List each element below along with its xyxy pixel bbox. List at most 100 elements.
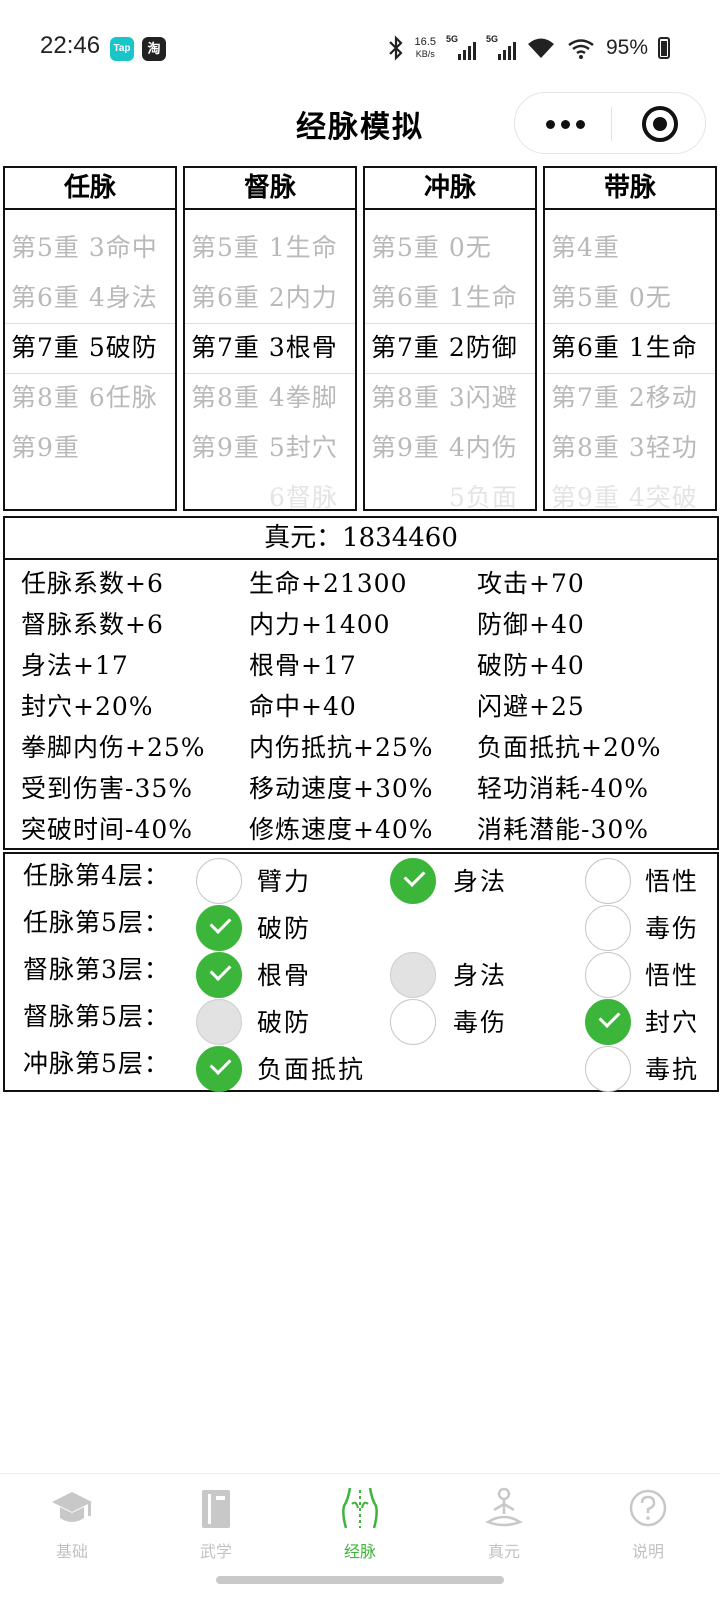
stat-value: 闪避+25 [477, 692, 585, 721]
picker-option[interactable]: 第4重 0无 [185, 210, 355, 223]
battery-icon [658, 37, 670, 59]
meridian-options-panel: 任脉第4层： 臂力 身法 悟性 任脉第5层： 破防 毒伤 督脉第3层： 根骨 身… [3, 852, 719, 1092]
picker-renmai[interactable]: 任脉 第4重 2攻击 第5重 3命中 第6重 4身法 第7重 5破防 第8重 6… [3, 166, 177, 511]
picker-option[interactable]: 第6重 1生命 [365, 273, 535, 323]
dot-icon [575, 119, 585, 129]
picker-indicator-line [365, 373, 535, 374]
option-row-label: 任脉第5层： [23, 908, 170, 937]
zhenyuan-total: 真元：1834460 [5, 518, 717, 560]
option-checkbox[interactable] [585, 905, 631, 951]
picker-option[interactable]: 第4重 [365, 210, 535, 223]
option-text: 封穴 [645, 1008, 700, 1037]
picker-option[interactable]: 第9重 [5, 423, 175, 473]
status-bar: 22:46 Tap 淘 16.5 KB/s 5G 5G 95% [0, 0, 720, 96]
picker-option-selected[interactable]: 第6重 1生命 [545, 323, 715, 373]
option-checkbox-checked[interactable] [196, 952, 242, 998]
picker-wheel[interactable]: 第4重 0无 第5重 1生命 第6重 2内力 第7重 3根骨 第8重 4拳脚 第… [185, 210, 355, 509]
stat-value: 封穴+20% [21, 692, 154, 721]
taobao-app-icon: 淘 [142, 37, 166, 61]
option-checkbox-checked[interactable] [196, 1046, 242, 1092]
close-miniprogram-button[interactable] [642, 106, 678, 142]
dot-icon [560, 119, 570, 129]
option-checkbox-disabled[interactable] [196, 999, 242, 1045]
picker-title: 任脉 [5, 168, 175, 210]
picker-wheel[interactable]: 第4重 第5重 0无 第6重 1生命 第7重 2防御 第8重 3闪避 第9重 4… [365, 210, 535, 509]
capsule-divider [611, 107, 612, 141]
option-checkbox-checked[interactable] [390, 858, 436, 904]
picker-option-selected[interactable]: 第7重 5破防 [5, 323, 175, 373]
picker-indicator-line [185, 323, 355, 324]
picker-title: 督脉 [185, 168, 355, 210]
option-text: 身法 [453, 867, 508, 896]
option-checkbox[interactable] [585, 1046, 631, 1092]
wifi-icon [568, 39, 594, 59]
dot-icon [545, 119, 555, 129]
tab-help[interactable]: 说明 [576, 1484, 720, 1564]
tab-basic[interactable]: 基础 [0, 1484, 144, 1564]
stat-value: 身法+17 [21, 651, 129, 680]
tab-label: 基础 [55, 1542, 88, 1561]
option-text: 根骨 [257, 961, 312, 990]
picker-option[interactable]: 第5重 3命中 [5, 223, 175, 273]
picker-option[interactable]: 第5重 0无 [545, 273, 715, 323]
option-text: 身法 [453, 961, 508, 990]
picker-option[interactable]: 第7重 2移动 [545, 373, 715, 423]
home-indicator[interactable] [216, 1576, 504, 1584]
picker-option[interactable]: 5负面 [365, 473, 535, 509]
more-options-button[interactable] [537, 109, 593, 139]
tab-martial-arts[interactable]: 武学 [144, 1484, 288, 1564]
signal-strength-icon: 5G [446, 34, 476, 62]
picker-option[interactable]: 第3重 [545, 210, 715, 223]
picker-dumai[interactable]: 督脉 第4重 0无 第5重 1生命 第6重 2内力 第7重 3根骨 第8重 4拳… [183, 166, 357, 511]
miniprogram-capsule [514, 92, 706, 154]
option-text: 悟性 [645, 867, 700, 896]
option-row-label: 督脉第5层： [23, 1002, 170, 1031]
option-text: 毒伤 [645, 914, 700, 943]
network-speed: 16.5 KB/s [414, 36, 436, 59]
picker-option[interactable]: 6督脉 [185, 473, 355, 509]
stat-value: 命中+40 [249, 692, 357, 721]
stat-value: 移动速度+30% [249, 774, 434, 803]
picker-option[interactable]: 第9重 4突破 [545, 473, 715, 509]
picker-wheel[interactable]: 第3重 第4重 第5重 0无 第6重 1生命 第7重 2移动 第8重 3轻功 第… [545, 210, 715, 509]
battery-percent: 95% [605, 36, 648, 59]
option-checkbox[interactable] [196, 858, 242, 904]
picker-option[interactable]: 第5重 0无 [365, 223, 535, 273]
picker-option[interactable]: 第8重 3闪避 [365, 373, 535, 423]
picker-option-selected[interactable]: 第7重 2防御 [365, 323, 535, 373]
stat-value: 轻功消耗-40% [477, 774, 650, 803]
option-checkbox[interactable] [390, 999, 436, 1045]
picker-option[interactable]: 第9重 5封穴 [185, 423, 355, 473]
option-checkbox[interactable] [585, 858, 631, 904]
taptap-app-icon: Tap [110, 37, 134, 61]
stat-value: 消耗潜能-30% [477, 815, 650, 844]
wifi-icon [527, 38, 554, 58]
picker-option[interactable]: 第8重 4拳脚 [185, 373, 355, 423]
picker-option[interactable]: 第4重 2攻击 [5, 210, 175, 223]
picker-option[interactable]: 第8重 6任脉 [5, 373, 175, 423]
option-text: 毒抗 [645, 1055, 700, 1084]
option-checkbox-disabled[interactable] [390, 952, 436, 998]
option-checkbox[interactable] [585, 952, 631, 998]
option-checkbox-checked[interactable] [196, 905, 242, 951]
stat-value: 破防+40 [477, 651, 585, 680]
option-text: 毒伤 [453, 1008, 508, 1037]
tab-zhenyuan[interactable]: 真元 [432, 1484, 576, 1564]
picker-option[interactable]: 第6重 2内力 [185, 273, 355, 323]
tab-label: 真元 [487, 1542, 520, 1561]
picker-option[interactable]: 第5重 1生命 [185, 223, 355, 273]
picker-option[interactable]: 第4重 [545, 223, 715, 273]
picker-option-selected[interactable]: 第7重 3根骨 [185, 323, 355, 373]
picker-chongmai[interactable]: 冲脉 第4重 第5重 0无 第6重 1生命 第7重 2防御 第8重 3闪避 第9… [363, 166, 537, 511]
picker-option[interactable]: 第9重 4内伤 [365, 423, 535, 473]
picker-option[interactable]: 第6重 4身法 [5, 273, 175, 323]
stat-value: 督脉系数+6 [21, 610, 164, 639]
option-text: 破防 [257, 1008, 312, 1037]
picker-indicator-line [545, 373, 715, 374]
tab-meridians[interactable]: 经脉 [288, 1484, 432, 1564]
picker-daimai[interactable]: 带脉 第3重 第4重 第5重 0无 第6重 1生命 第7重 2移动 第8重 3轻… [543, 166, 717, 511]
picker-option[interactable]: 第8重 3轻功 [545, 423, 715, 473]
tab-label: 经脉 [343, 1542, 376, 1561]
option-checkbox-checked[interactable] [585, 999, 631, 1045]
picker-wheel[interactable]: 第4重 2攻击 第5重 3命中 第6重 4身法 第7重 5破防 第8重 6任脉 … [5, 210, 175, 509]
